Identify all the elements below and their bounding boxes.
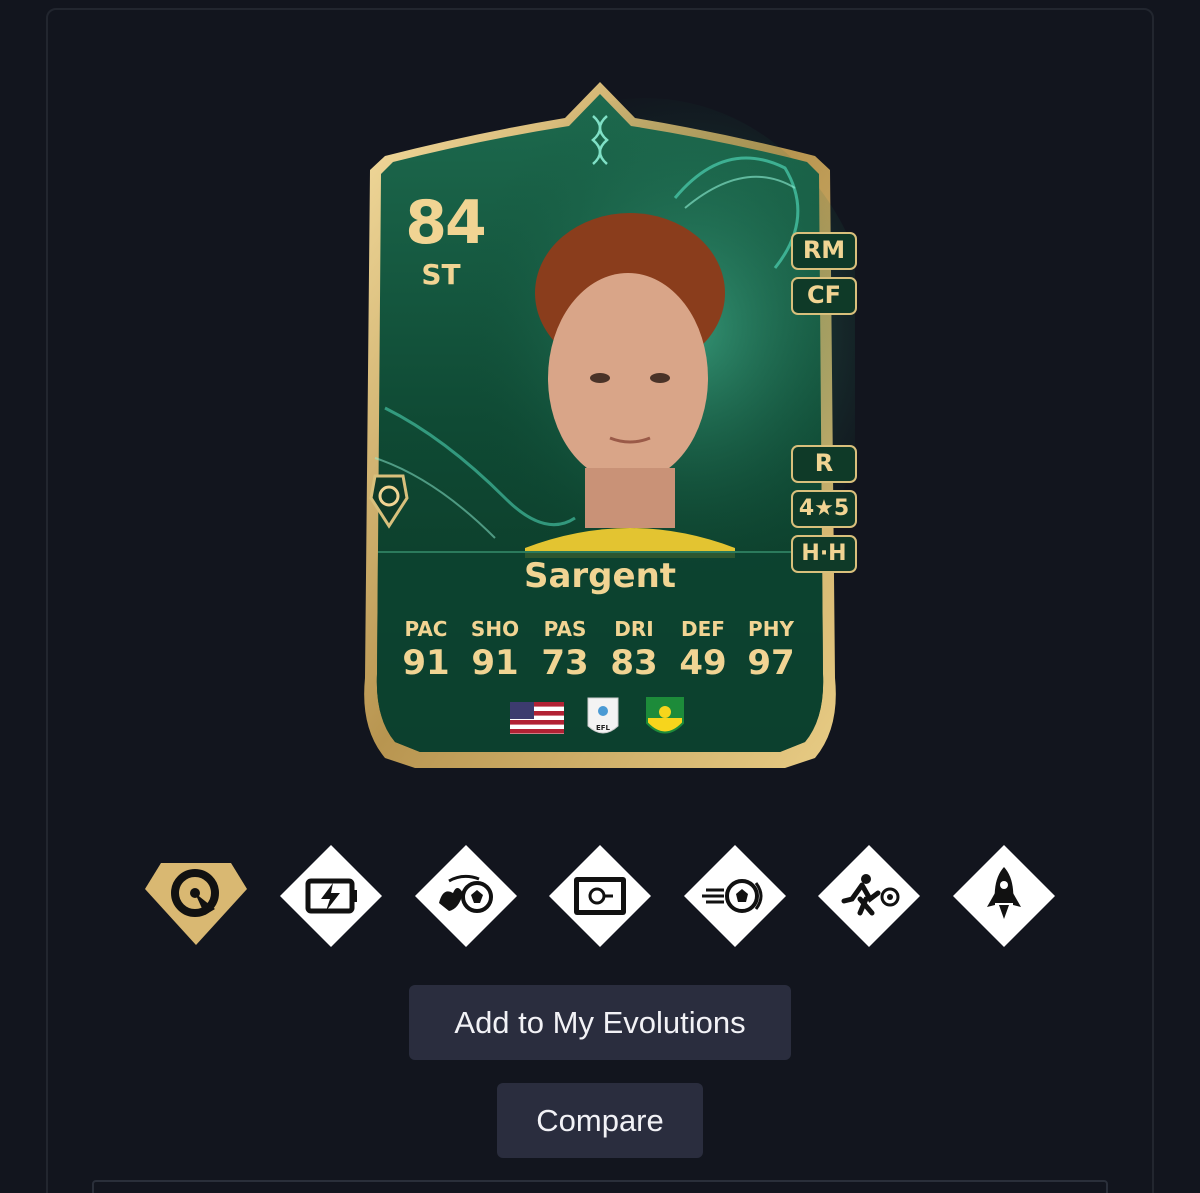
skill-weakfoot-tag: 4★5 — [791, 490, 857, 528]
lower-section-edge — [92, 1180, 1108, 1193]
stat-value: 91 — [471, 643, 519, 683]
stat-label: PAC — [404, 617, 448, 641]
runner-ball-icon — [818, 845, 920, 947]
stat-label: DRI — [614, 617, 654, 641]
stat-label: SHO — [470, 617, 520, 641]
stat-label: PAS — [543, 617, 587, 641]
stat-sho: SHO 91 — [460, 617, 530, 683]
ram-head-icon — [145, 863, 247, 945]
power-shot-icon — [684, 845, 786, 947]
stat-value: 83 — [610, 643, 658, 683]
norwich-club-icon — [646, 697, 684, 734]
playstyle-power-shot[interactable] — [682, 843, 788, 949]
playstyle-plus-bruiser[interactable] — [143, 843, 249, 949]
add-to-my-evolutions-button[interactable]: Add to My Evolutions — [409, 985, 791, 1060]
battery-bolt-icon — [280, 845, 382, 947]
work-rates-tag: H·H — [791, 535, 857, 573]
stat-value: 91 — [402, 643, 450, 683]
playstyle-safe[interactable] — [547, 843, 653, 949]
playstyle-relentless[interactable] — [278, 843, 384, 949]
stat-pas: PAS 73 — [530, 617, 600, 683]
stat-value: 73 — [541, 643, 589, 683]
playstyle-rapid[interactable] — [951, 843, 1057, 949]
stat-label: DEF — [681, 617, 725, 641]
playstyle-press-proven[interactable] — [413, 843, 519, 949]
efl-badge-text: EFL — [596, 724, 611, 732]
alt-position-cf: CF — [791, 277, 857, 315]
rocket-icon — [953, 845, 1055, 947]
stat-def: DEF 49 — [668, 617, 738, 683]
stat-dri: DRI 83 — [599, 617, 669, 683]
alt-position-rm: RM — [791, 232, 857, 270]
stat-label: PHY — [748, 617, 794, 641]
preferred-foot-tag: R — [791, 445, 857, 483]
primary-position: ST — [421, 258, 461, 291]
compare-button[interactable]: Compare — [497, 1083, 703, 1158]
stat-pac: PAC 91 — [391, 617, 461, 683]
usa-flag-icon — [510, 702, 564, 734]
efl-league-icon: EFL — [587, 697, 619, 734]
player-name: Sargent — [523, 556, 677, 596]
stat-value: 49 — [679, 643, 727, 683]
stat-phy: PHY 97 — [736, 617, 806, 683]
hand-ball-icon — [415, 845, 517, 947]
overall-rating: 84 — [405, 188, 487, 258]
stat-value: 97 — [747, 643, 795, 683]
playstyle-quick-step[interactable] — [816, 843, 922, 949]
safe-box-icon — [549, 845, 651, 947]
